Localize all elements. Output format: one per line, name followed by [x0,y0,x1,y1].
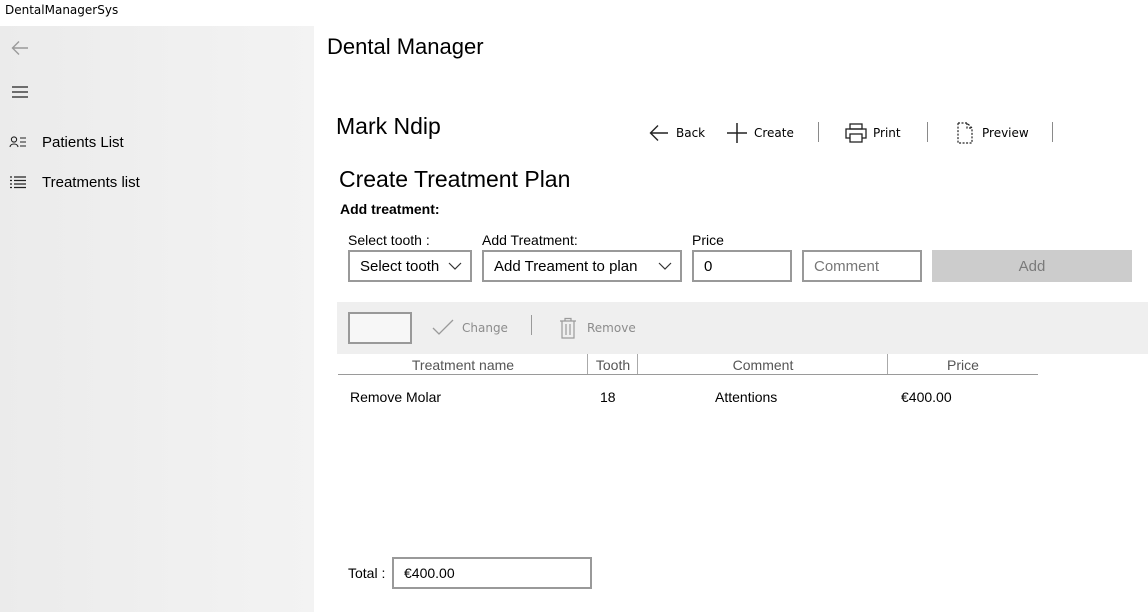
grid-item-field[interactable] [348,312,412,344]
hamburger-icon [12,86,28,98]
print-label: Print [873,126,901,140]
tooth-select[interactable]: Select tooth [348,250,472,282]
printer-icon [843,120,869,146]
section-title: Create Treatment Plan [339,166,571,192]
preview-label: Preview [982,126,1029,140]
command-create-button[interactable]: Create [724,118,794,148]
cell-comment: Attentions [715,389,778,405]
chevron-down-icon [448,262,462,270]
tooth-select-value: Select tooth [360,257,440,275]
change-button[interactable]: Change [432,314,508,342]
document-preview-icon [952,120,978,146]
nav-item-label: Patients List [42,133,124,151]
nav-item-patients-list[interactable]: Patients List [0,122,314,162]
cell-treatment-name: Remove Molar [350,389,442,405]
create-label: Create [754,126,794,140]
back-label: Back [676,126,706,140]
add-button[interactable]: Add [932,250,1132,282]
remove-label: Remove [587,321,636,335]
command-separator [927,122,928,142]
nav-item-treatments-list[interactable]: Treatments list [0,162,314,202]
command-preview-button[interactable]: Preview [952,118,1029,148]
cell-tooth: 18 [600,389,616,405]
treatment-select[interactable]: Add Treament to plan [482,250,682,282]
column-header-price[interactable]: Price [888,355,1038,375]
treatment-label: Add Treatment: [482,232,578,248]
remove-button[interactable]: Remove [559,314,636,342]
add-treatment-subtitle: Add treatment: [340,201,440,217]
hamburger-menu-button[interactable] [0,72,40,112]
total-label: Total : [348,565,386,581]
contact-list-icon [0,122,36,162]
command-print-button[interactable]: Print [843,118,901,148]
toolbar-separator [531,315,532,335]
command-separator [1052,122,1053,142]
back-nav-button[interactable] [0,28,40,68]
chevron-down-icon [658,262,672,270]
column-header-tooth[interactable]: Tooth [588,355,638,375]
command-back-button[interactable]: Back [646,118,705,148]
grid-toolbar: Change Remove [337,302,1148,354]
price-label: Price [692,232,724,248]
total-field[interactable]: €400.00 [392,557,592,589]
column-header-treatment-name[interactable]: Treatment name [338,355,588,375]
navigation-pane: Patients List Treatments list [0,26,314,612]
checkmark-icon [432,319,454,335]
tooth-label: Select tooth : [348,232,430,248]
command-separator [818,122,819,142]
header-underline [338,374,1038,375]
trash-icon [560,317,576,339]
bulleted-list-icon [0,162,36,202]
change-label: Change [462,321,508,335]
app-title: Dental Manager [327,34,484,59]
patient-name: Mark Ndip [336,113,441,139]
column-header-comment[interactable]: Comment [638,355,888,375]
price-input[interactable]: 0 [692,250,792,282]
plus-icon [724,120,750,146]
arrow-left-icon [11,41,28,55]
arrow-left-icon [646,120,672,146]
nav-item-label: Treatments list [42,173,140,191]
cell-price: €400.00 [901,389,952,405]
treatment-select-value: Add Treament to plan [494,257,638,275]
comment-input[interactable]: Comment [802,250,922,282]
window-title: DentalManagerSys [0,0,1148,26]
